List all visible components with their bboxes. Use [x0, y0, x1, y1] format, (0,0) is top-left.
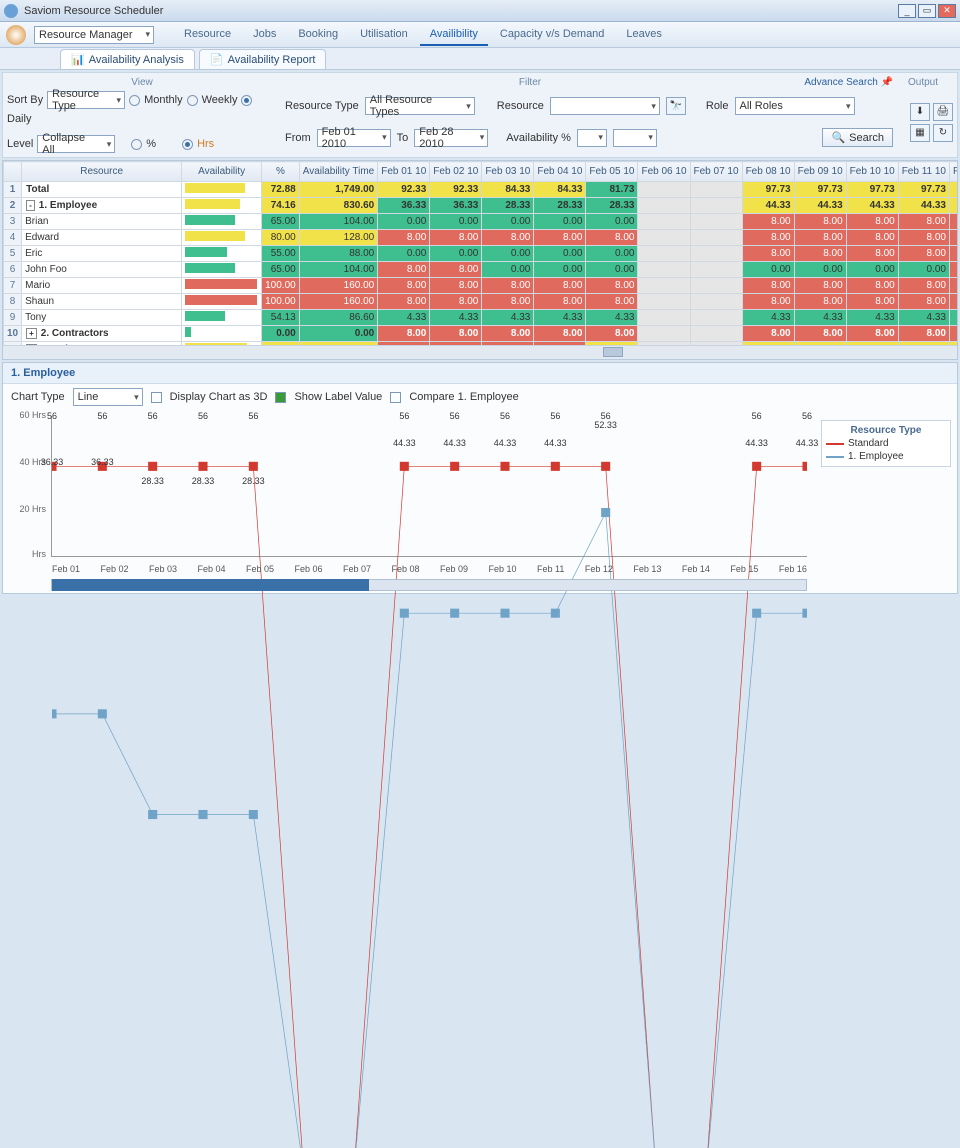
col-header[interactable]: Feb 10 10 [846, 162, 898, 182]
col-header[interactable]: % [262, 162, 300, 182]
chart-legend: Resource Type Standard1. Employee [821, 420, 951, 467]
refresh-icon[interactable]: ↻ [933, 124, 953, 142]
col-header[interactable]: Feb 08 10 [742, 162, 794, 182]
resource-cell[interactable]: +2. Contractors [22, 326, 182, 342]
close-button[interactable]: ✕ [938, 4, 956, 18]
chart-panel: 1. Employee Chart Type Line Display Char… [2, 362, 958, 594]
hrs-radio[interactable] [182, 139, 193, 150]
sortby-select[interactable]: Resource Type [47, 91, 125, 109]
level-label: Level [7, 138, 33, 150]
resource-cell[interactable]: Shaun [22, 294, 182, 310]
pin-icon[interactable]: 📌 [881, 77, 893, 88]
compare-checkbox[interactable] [390, 392, 401, 403]
filter-panel: View Filter Advance Search 📌 Output Sort… [2, 72, 958, 158]
app-icon [4, 4, 18, 18]
print-icon[interactable]: 🖨 [933, 103, 953, 121]
module-selector[interactable]: Resource Manager [34, 26, 154, 44]
col-header[interactable]: Feb 09 10 [794, 162, 846, 182]
menu-jobs[interactable]: Jobs [243, 24, 286, 46]
advance-search-link[interactable]: Advance Search [804, 77, 877, 88]
avail-val-input[interactable] [613, 129, 657, 147]
excel-icon[interactable]: ▦ [910, 124, 930, 142]
display-3d-checkbox[interactable] [151, 392, 162, 403]
resource-cell[interactable]: Edward [22, 230, 182, 246]
from-date[interactable]: Feb 01 2010 [317, 129, 391, 147]
col-header[interactable] [4, 162, 22, 182]
percent-radio[interactable] [131, 139, 142, 150]
col-header[interactable]: Resource [22, 162, 182, 182]
col-header[interactable]: Feb 07 10 [690, 162, 742, 182]
menu-utilisation[interactable]: Utilisation [350, 24, 418, 46]
resource-input[interactable] [550, 97, 660, 115]
menu-availibility[interactable]: Availibility [420, 24, 488, 46]
output-header: Output [893, 77, 953, 88]
subtab-availability-analysis[interactable]: 📊Availability Analysis [60, 49, 195, 69]
role-select[interactable]: All Roles [735, 97, 855, 115]
filter-header: Filter [277, 77, 783, 88]
col-header[interactable]: Feb 02 10 [430, 162, 482, 182]
chart-type-select[interactable]: Line [73, 388, 143, 406]
resource-cell[interactable]: Brian [22, 214, 182, 230]
resource-cell[interactable]: Tony [22, 310, 182, 326]
col-header[interactable]: Feb 11 10 [898, 162, 949, 182]
availability-grid: ResourceAvailability%Availability TimeFe… [2, 160, 958, 360]
sub-tabs: 📊Availability Analysis📄Availability Repo… [0, 48, 960, 70]
avail-op-select[interactable] [577, 129, 607, 147]
app-logo-icon[interactable] [6, 25, 26, 45]
resource-type-select[interactable]: All Resource Types [365, 97, 475, 115]
weekly-radio[interactable] [187, 95, 198, 106]
main-toolbar: Resource Manager ResourceJobsBookingUtil… [0, 22, 960, 48]
resource-cell[interactable]: Eric [22, 246, 182, 262]
minimize-button[interactable]: _ [898, 4, 916, 18]
resource-cell[interactable]: -1. Employee [22, 198, 182, 214]
col-header[interactable]: Availability Time [299, 162, 378, 182]
level-select[interactable]: Collapse All [37, 135, 115, 153]
col-header[interactable]: Feb 03 10 [482, 162, 534, 182]
menu-leaves[interactable]: Leaves [616, 24, 671, 46]
resource-cell[interactable]: John Foo [22, 262, 182, 278]
menu-resource[interactable]: Resource [174, 24, 241, 46]
show-label-checkbox[interactable] [275, 392, 286, 403]
titlebar: Saviom Resource Scheduler _ ▭ ✕ [0, 0, 960, 22]
col-header[interactable]: Feb 05 10 [586, 162, 638, 182]
window-title: Saviom Resource Scheduler [24, 5, 163, 17]
monthly-radio[interactable] [129, 95, 140, 106]
view-header: View [7, 77, 277, 88]
col-header[interactable]: Feb 06 10 [638, 162, 690, 182]
subtab-availability-report[interactable]: 📄Availability Report [199, 49, 327, 69]
menu-booking[interactable]: Booking [288, 24, 348, 46]
grid-horizontal-scrollbar[interactable] [3, 345, 957, 359]
search-button[interactable]: 🔍 Search [822, 128, 893, 147]
menu-capacity v/s demand[interactable]: Capacity v/s Demand [490, 24, 615, 46]
col-header[interactable]: Feb 01 10 [378, 162, 430, 182]
sortby-label: Sort By [7, 94, 43, 106]
daily-radio[interactable] [241, 95, 252, 106]
chart-range-slider[interactable] [51, 579, 807, 591]
maximize-button[interactable]: ▭ [918, 4, 936, 18]
col-header[interactable]: Availability [182, 162, 262, 182]
to-date[interactable]: Feb 28 2010 [414, 129, 488, 147]
export-icon[interactable]: ⬇ [910, 103, 930, 121]
main-menu: ResourceJobsBookingUtilisationAvailibili… [174, 24, 672, 46]
resource-cell[interactable]: Total [22, 182, 182, 198]
resource-cell[interactable]: Mario [22, 278, 182, 294]
chart-title: 1. Employee [3, 363, 957, 384]
col-header[interactable]: Feb 12 10 [950, 162, 958, 182]
col-header[interactable]: Feb 04 10 [534, 162, 586, 182]
binoculars-icon[interactable]: 🔭 [666, 97, 686, 115]
chart-plot-area: Feb 01Feb 02Feb 03Feb 04Feb 05Feb 06Feb … [51, 416, 807, 557]
